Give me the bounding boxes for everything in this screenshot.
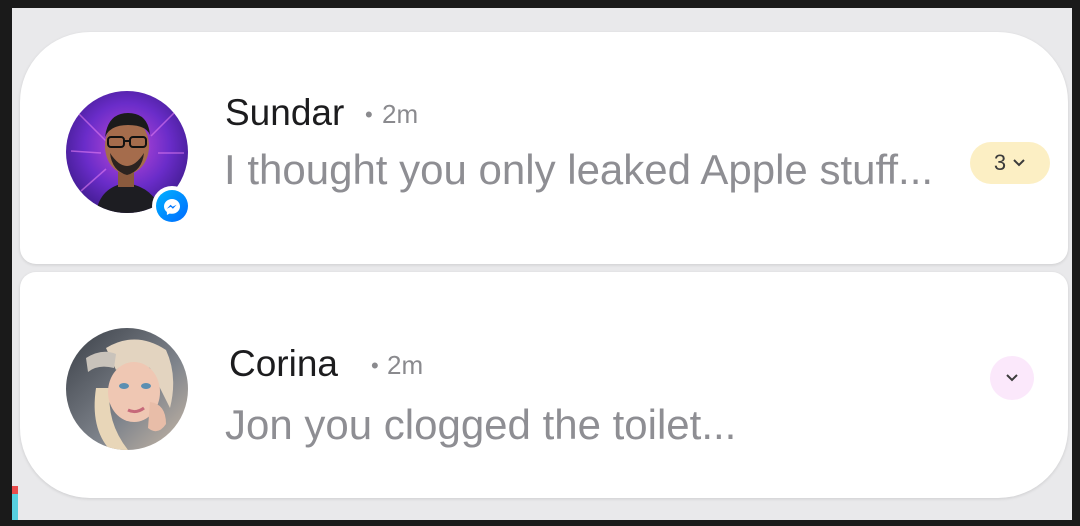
message-preview: Jon you clogged the toilet...	[225, 401, 737, 448]
separator-dot: •	[371, 353, 379, 378]
sender-name: Sundar	[225, 92, 345, 133]
message-count: 3	[993, 150, 1007, 175]
notification-card-corina[interactable]: Corina • 2m Jon you clogged the toilet..…	[20, 272, 1068, 498]
separator-dot: •	[365, 102, 373, 127]
chevron-down-icon	[1013, 159, 1025, 167]
message-preview: I thought you only leaked Apple stuff...	[224, 146, 934, 193]
timestamp: 2m	[387, 350, 424, 380]
edge-fragment	[12, 486, 18, 494]
timestamp: 2m	[382, 99, 419, 129]
message-count-expand-button[interactable]: 3	[970, 142, 1050, 184]
chevron-down-icon	[1006, 374, 1018, 382]
messenger-icon	[152, 186, 192, 226]
sender-name: Corina	[229, 343, 338, 384]
notification-card-sundar[interactable]: Sundar • 2m I thought you only leaked Ap…	[20, 32, 1068, 264]
avatar-corina	[66, 328, 188, 450]
notification-shade: Sundar • 2m I thought you only leaked Ap…	[12, 8, 1072, 520]
expand-button[interactable]	[990, 356, 1034, 400]
